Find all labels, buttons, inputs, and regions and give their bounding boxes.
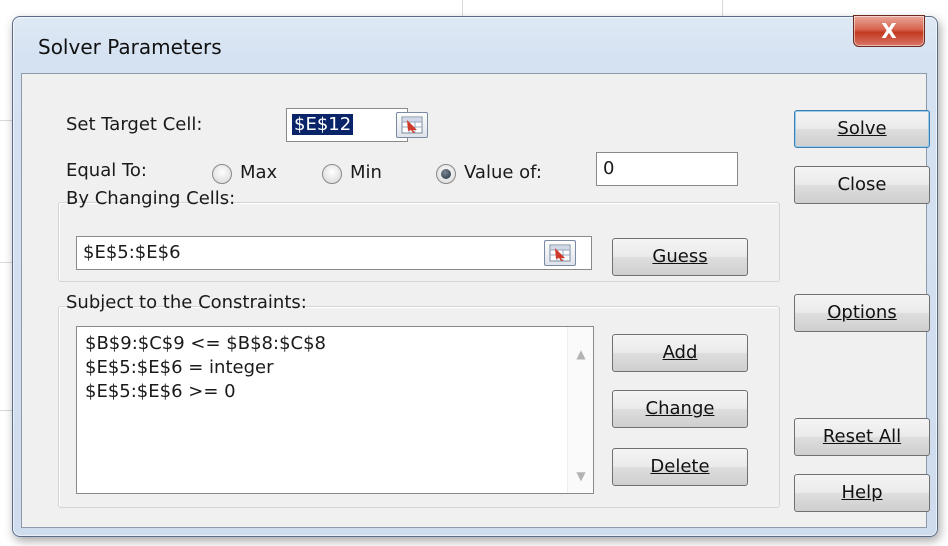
value-of-radio[interactable] <box>436 164 456 184</box>
constraint-item[interactable]: $B$9:$C$9 <= $B$8:$C$8 <box>85 333 326 354</box>
cell-reference-picker-icon <box>549 244 571 262</box>
scroll-down-icon[interactable]: ▼ <box>568 469 594 483</box>
value-of-label: Value of: <box>464 162 542 183</box>
solve-label: Solve <box>837 118 887 139</box>
min-label: Min <box>350 162 382 183</box>
dialog-body: Set Target Cell: $E$12 Equal To: Max Min… <box>21 73 930 528</box>
reset-all-label: Reset All <box>822 426 902 447</box>
constraints-list[interactable]: $B$9:$C$9 <= $B$8:$C$8 $E$5:$E$6 = integ… <box>76 326 594 494</box>
help-button[interactable]: Help <box>794 474 930 512</box>
solver-parameters-dialog: Solver Parameters X Set Target Cell: $E$… <box>12 15 938 537</box>
changing-cells-input[interactable]: $E$5:$E$6 <box>76 236 592 270</box>
target-cell-value: $E$12 <box>292 114 354 135</box>
delete-button[interactable]: Delete <box>612 448 748 486</box>
close-button[interactable]: Close <box>794 166 930 204</box>
constraint-item[interactable]: $E$5:$E$6 >= 0 <box>85 381 236 402</box>
value-of-input[interactable]: 0 <box>596 152 738 186</box>
add-label: Add <box>662 342 698 363</box>
min-radio[interactable] <box>322 164 342 184</box>
add-button[interactable]: Add <box>612 334 748 372</box>
constraint-item[interactable]: $E$5:$E$6 = integer <box>85 357 274 378</box>
help-label: Help <box>841 482 883 503</box>
options-button[interactable]: Options <box>794 294 930 332</box>
guess-label: Guess <box>652 246 708 267</box>
guess-button[interactable]: Guess <box>612 238 748 276</box>
delete-label: Delete <box>650 456 710 477</box>
change-button[interactable]: Change <box>612 390 748 428</box>
reset-all-button[interactable]: Reset All <box>794 418 930 456</box>
changing-cells-ref-button[interactable] <box>544 240 576 266</box>
scroll-up-icon[interactable]: ▲ <box>568 347 594 361</box>
cell-reference-picker-icon <box>401 116 423 134</box>
constraints-label: Subject to the Constraints: <box>66 292 307 313</box>
solve-button[interactable]: Solve <box>794 110 930 148</box>
constraints-scrollbar[interactable]: ▲ ▼ <box>567 327 593 493</box>
close-label: Close <box>837 174 887 195</box>
target-cell-ref-button[interactable] <box>396 112 428 138</box>
change-label: Change <box>645 398 715 419</box>
by-changing-cells-label: By Changing Cells: <box>66 188 236 209</box>
target-cell-input[interactable]: $E$12 <box>286 108 408 142</box>
max-radio[interactable] <box>212 164 232 184</box>
dialog-title: Solver Parameters <box>38 35 222 59</box>
radio-selected-dot <box>441 169 451 179</box>
options-label: Options <box>827 302 897 323</box>
close-window-button[interactable]: X <box>853 15 925 47</box>
max-label: Max <box>240 162 278 183</box>
equal-to-label: Equal To: <box>66 160 147 181</box>
set-target-cell-label: Set Target Cell: <box>66 114 203 135</box>
